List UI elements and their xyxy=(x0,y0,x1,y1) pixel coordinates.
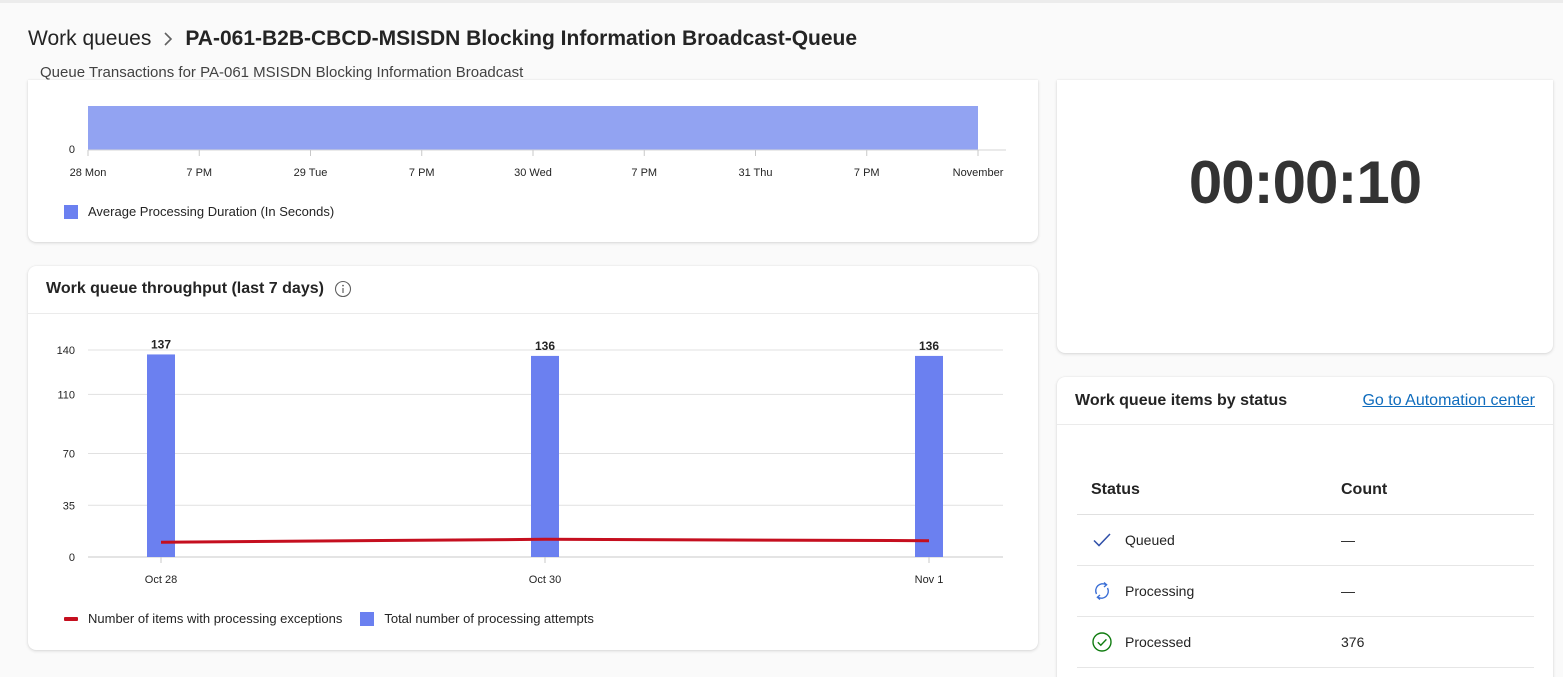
status-count: 376 xyxy=(1341,634,1365,650)
breadcrumb: Work queues PA-061-B2B-CBCD-MSISDN Block… xyxy=(28,24,857,54)
status-table: Status Count Queued — Processing — Proce… xyxy=(1077,465,1534,668)
table-row: Processed 376 xyxy=(1077,617,1534,668)
x-tick-label: Nov 1 xyxy=(915,574,944,586)
items-by-status-card: Work queue items by status Go to Automat… xyxy=(1057,377,1553,677)
table-row: Queued — xyxy=(1077,515,1534,566)
bar[interactable] xyxy=(147,354,175,557)
duration-x-tick-label: 7 PM xyxy=(631,167,657,179)
chevron-right-icon xyxy=(151,24,185,54)
duration-legend: Average Processing Duration (In Seconds) xyxy=(64,204,334,219)
top-border xyxy=(0,0,1563,3)
y-tick-label: 70 xyxy=(63,449,75,461)
page-title: PA-061-B2B-CBCD-MSISDN Blocking Informat… xyxy=(185,27,858,50)
status-label: Processed xyxy=(1125,634,1192,650)
duration-y-tick-label: 0 xyxy=(69,144,75,156)
x-tick-label: Oct 30 xyxy=(529,574,561,586)
status-card-header: Work queue items by status Go to Automat… xyxy=(1057,377,1553,425)
duration-x-tick-label: 7 PM xyxy=(409,167,435,179)
throughput-card-title: Work queue throughput (last 7 days) xyxy=(46,280,324,297)
bar-data-label: 136 xyxy=(535,339,555,353)
y-tick-label: 110 xyxy=(57,389,75,401)
exceptions-legend-label: Number of items with processing exceptio… xyxy=(88,611,343,626)
exceptions-legend-swatch xyxy=(64,616,78,621)
status-column-header[interactable]: Status xyxy=(1077,481,1341,499)
refresh-icon xyxy=(1091,580,1113,602)
info-icon[interactable] xyxy=(334,280,352,298)
attempts-legend-swatch xyxy=(360,611,375,626)
average-duration-card: 00:00:10 xyxy=(1057,80,1553,353)
throughput-legend: Number of items with processing exceptio… xyxy=(64,611,594,626)
status-count: — xyxy=(1341,583,1355,599)
duration-x-tick-label: 28 Mon xyxy=(70,167,107,179)
count-column-header[interactable]: Count xyxy=(1341,481,1534,499)
automation-center-link[interactable]: Go to Automation center xyxy=(1362,392,1535,410)
bar[interactable] xyxy=(915,355,943,557)
average-duration-value: 00:00:10 xyxy=(1188,149,1422,216)
processing-duration-card: 0 28 Mon 7 PM 29 Tue 7 PM 30 Wed 7 PM 31 Thu 7 … xyxy=(28,80,1038,242)
throughput-card: Work queue throughput (last 7 days) 0 35 7… xyxy=(28,266,1038,650)
checkmark-icon xyxy=(1091,529,1113,551)
status-count: — xyxy=(1341,532,1355,548)
duration-x-tick-label: 30 Wed xyxy=(514,167,552,179)
duration-x-tick-label: 29 Tue xyxy=(294,167,328,179)
status-label: Processing xyxy=(1125,583,1195,599)
processing-duration-chart: 0 28 Mon 7 PM 29 Tue 7 PM 30 Wed 7 PM 31 Thu 7 … xyxy=(69,106,1006,179)
duration-x-tick-label: November xyxy=(953,167,1004,179)
attempts-legend-label: Total number of processing attempts xyxy=(384,611,594,626)
breadcrumb-work-queues-link[interactable]: Work queues xyxy=(28,27,151,51)
duration-x-tick-label: 7 PM xyxy=(854,167,880,179)
page-header: Work queues PA-061-B2B-CBCD-MSISDN Block… xyxy=(28,24,857,81)
status-table-header: Status Count xyxy=(1077,465,1534,515)
x-tick-label: Oct 28 xyxy=(145,574,177,586)
bar[interactable] xyxy=(531,355,559,557)
bar-data-label: 137 xyxy=(151,337,171,351)
duration-x-tick-label: 7 PM xyxy=(186,167,212,179)
throughput-chart: 0 35 70 110 140 137 136 136 Oct 28 Oct 30 Nov 1 xyxy=(57,337,1003,586)
duration-x-tick-label: 31 Thu xyxy=(738,167,772,179)
duration-legend-swatch xyxy=(64,204,78,219)
table-row: Processing — xyxy=(1077,566,1534,617)
duration-legend-label: Average Processing Duration (In Seconds) xyxy=(88,204,335,219)
status-label: Queued xyxy=(1125,532,1175,548)
duration-area xyxy=(88,106,978,150)
status-card-title: Work queue items by status xyxy=(1075,392,1288,409)
y-tick-label: 0 xyxy=(69,552,75,564)
check-circle-icon xyxy=(1091,631,1113,653)
page-subtitle: Queue Transactions for PA-061 MSISDN Blo… xyxy=(40,64,524,81)
throughput-card-header: Work queue throughput (last 7 days) xyxy=(28,266,1038,314)
y-tick-label: 35 xyxy=(63,500,75,512)
y-tick-label: 140 xyxy=(57,345,75,357)
bar-data-label: 136 xyxy=(919,339,939,353)
